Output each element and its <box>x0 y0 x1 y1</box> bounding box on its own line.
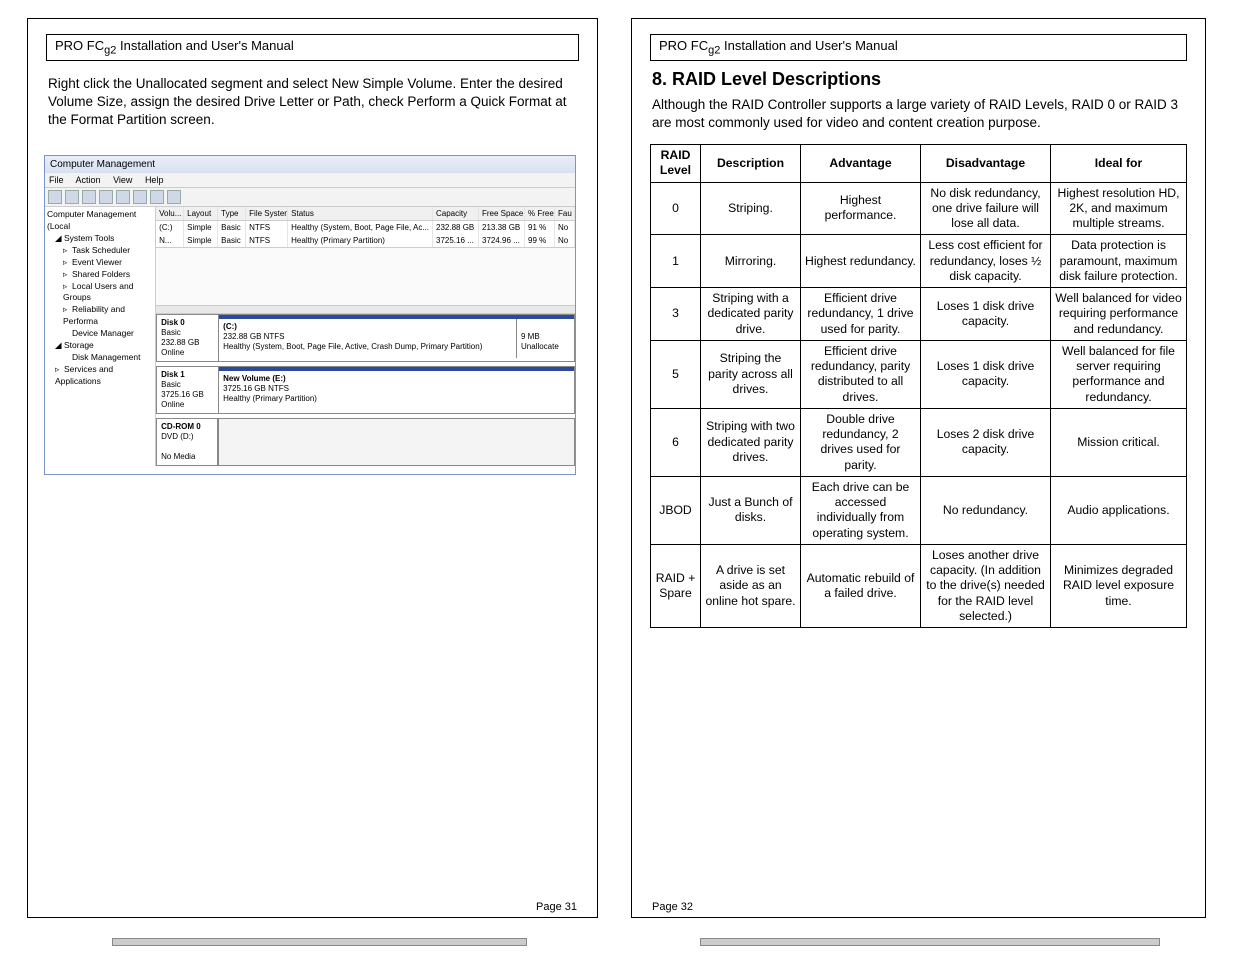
disk1-partition-e[interactable]: New Volume (E:) 3725.16 GB NTFS Healthy … <box>223 370 570 410</box>
tree-perf[interactable]: Reliability and Performa <box>63 304 125 326</box>
cm-toolbar <box>45 188 575 207</box>
tree-shared[interactable]: Shared Folders <box>72 269 130 279</box>
col-freespace[interactable]: Free Space <box>479 207 525 220</box>
col-fault[interactable]: Fau <box>555 207 575 220</box>
tree-services[interactable]: Services and Applications <box>55 364 113 386</box>
th-level: RAID Level <box>651 145 701 183</box>
table-row: 6 Striping with two dedicated parity dri… <box>651 408 1187 476</box>
page-32: PRO FCg2 Installation and User's Manual … <box>631 18 1206 918</box>
menu-view[interactable]: View <box>113 175 132 185</box>
table-row: JBOD Just a Bunch of disks. Each drive c… <box>651 476 1187 544</box>
th-ideal: Ideal for <box>1051 145 1187 183</box>
col-volume[interactable]: Volu... <box>156 207 184 220</box>
disk0-name: Disk 0 <box>161 318 185 327</box>
tree-task[interactable]: Task Scheduler <box>72 245 130 255</box>
col-filesystem[interactable]: File System <box>246 207 288 220</box>
scrollbar-left[interactable] <box>112 938 527 946</box>
tree-users[interactable]: Local Users and Groups <box>63 281 133 303</box>
disk-1-row: Disk 1 Basic 3725.16 GB Online New Volum… <box>156 366 575 414</box>
th-adv: Advantage <box>801 145 921 183</box>
col-layout[interactable]: Layout <box>184 207 218 220</box>
menu-file[interactable]: File <box>49 175 64 185</box>
instruction-text: Right click the Unallocated segment and … <box>28 61 597 144</box>
computer-management-window: Computer Management File Action View Hel… <box>44 155 576 475</box>
th-desc: Description <box>701 145 801 183</box>
tree-systools[interactable]: System Tools <box>64 233 114 243</box>
up-icon[interactable] <box>82 190 96 204</box>
table-header-row: RAID Level Description Advantage Disadva… <box>651 145 1187 183</box>
disk-0-row: Disk 0 Basic 232.88 GB Online (C:) 232.8… <box>156 314 575 362</box>
col-capacity[interactable]: Capacity <box>433 207 479 220</box>
header-right: PRO FCg2 Installation and User's Manual <box>650 34 1187 61</box>
refresh-icon[interactable] <box>133 190 147 204</box>
menu-help[interactable]: Help <box>145 175 164 185</box>
cdrom-row: CD-ROM 0 DVD (D:) No Media <box>156 418 575 466</box>
section-intro: Although the RAID Controller supports a … <box>632 94 1205 138</box>
table-row: 5 Striping the parity across all drives.… <box>651 340 1187 408</box>
tree-event[interactable]: Event Viewer <box>72 257 122 267</box>
volume-list-spacer <box>156 247 575 314</box>
cm-tree: Computer Management (Local ◢System Tools… <box>45 207 156 466</box>
disk1-name: Disk 1 <box>161 370 185 379</box>
cdrom-name: CD-ROM 0 <box>161 422 201 431</box>
col-type[interactable]: Type <box>218 207 246 220</box>
volume-row[interactable]: (C:) Simple Basic NTFS Healthy (System, … <box>156 221 575 234</box>
forward-icon[interactable] <box>65 190 79 204</box>
cm-menubar: File Action View Help <box>45 173 575 188</box>
volume-header: Volu... Layout Type File System Status C… <box>156 207 575 221</box>
page-number-32: Page 32 <box>652 901 693 913</box>
disk0-partition-c[interactable]: (C:) 232.88 GB NTFS Healthy (System, Boo… <box>223 318 513 358</box>
tree-devmgr[interactable]: Device Manager <box>72 328 134 338</box>
table-row: 3 Striping with a dedicated parity drive… <box>651 288 1187 341</box>
col-pctfree[interactable]: % Free <box>525 207 555 220</box>
section-title: 8. RAID Level Descriptions <box>632 61 1205 94</box>
th-dis: Disadvantage <box>921 145 1051 183</box>
properties-icon[interactable] <box>99 190 113 204</box>
cm-right-pane: Volu... Layout Type File System Status C… <box>156 207 575 466</box>
disk0-unallocated[interactable]: 9 MB Unallocate <box>516 318 570 358</box>
tree-storage[interactable]: Storage <box>64 340 94 350</box>
table-row: 0 Striping. Highest performance. No disk… <box>651 182 1187 235</box>
col-status[interactable]: Status <box>288 207 433 220</box>
table-row: RAID + Spare A drive is set aside as an … <box>651 544 1187 627</box>
page-number-31: Page 31 <box>536 901 577 913</box>
table-row: 1 Mirroring. Highest redundancy. Less co… <box>651 235 1187 288</box>
cm-title-bar: Computer Management <box>45 156 575 173</box>
back-icon[interactable] <box>48 190 62 204</box>
volume-row[interactable]: N... Simple Basic NTFS Healthy (Primary … <box>156 234 575 247</box>
scrollbar-right[interactable] <box>700 938 1160 946</box>
tree-diskmgmt[interactable]: Disk Management <box>72 352 141 362</box>
tree-root[interactable]: Computer Management (Local <box>47 209 153 233</box>
header-left: PRO FCg2 Installation and User's Manual <box>46 34 579 61</box>
help-icon[interactable] <box>116 190 130 204</box>
menu-action[interactable]: Action <box>76 175 101 185</box>
settings-icon[interactable] <box>167 190 181 204</box>
raid-table: RAID Level Description Advantage Disadva… <box>650 144 1187 628</box>
page-31: PRO FCg2 Installation and User's Manual … <box>27 18 598 918</box>
list-icon[interactable] <box>150 190 164 204</box>
